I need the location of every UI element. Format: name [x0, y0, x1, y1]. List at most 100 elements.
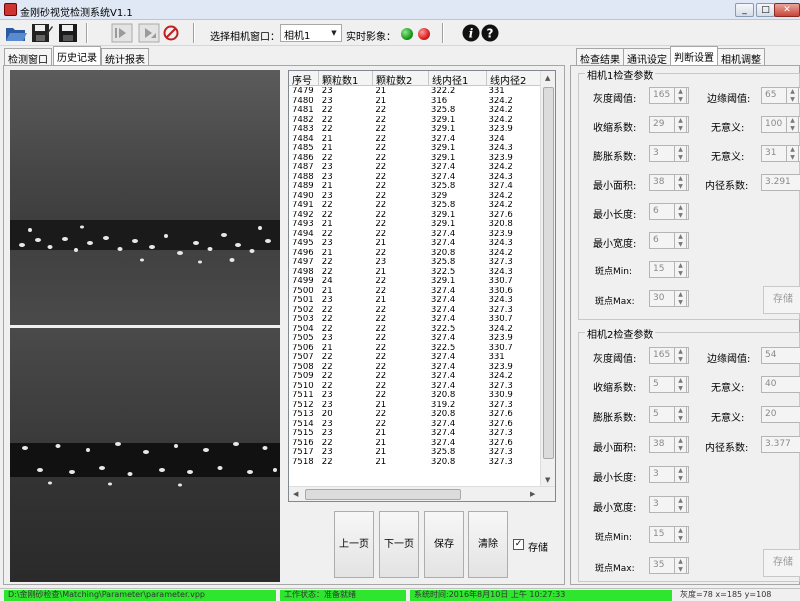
table-row[interactable]: 7512 23 21 319.2 327.3: [289, 401, 541, 411]
tab-judgement[interactable]: 判断设置: [670, 46, 718, 66]
spin-arrows-icon[interactable]: ▲ ▼: [674, 347, 687, 364]
table-row[interactable]: 7508 22 22 327.4 323.9: [289, 363, 541, 373]
scroll-right-icon[interactable]: ▶: [530, 490, 535, 498]
help-icon[interactable]: ?: [481, 24, 499, 42]
table-row[interactable]: 7506 21 22 322.5 330.7: [289, 344, 541, 354]
stop-icon[interactable]: [162, 24, 180, 42]
table-row[interactable]: 7486 22 22 329.1 323.9: [289, 154, 541, 164]
table-row[interactable]: 7494 22 22 327.4 323.9: [289, 230, 541, 240]
edge-threshold-input[interactable]: 54: [761, 347, 800, 364]
table-row[interactable]: 7511 23 22 320.8 330.9: [289, 391, 541, 401]
tab-camera-adjust[interactable]: 相机调整: [717, 48, 765, 66]
spin-arrows-icon[interactable]: ▲ ▼: [674, 116, 687, 133]
scroll-thumb[interactable]: [543, 87, 554, 459]
table-row[interactable]: 7480 23 21 316 324.2: [289, 97, 541, 107]
save-button[interactable]: 保存: [424, 511, 464, 578]
table-row[interactable]: 7507 22 22 327.4 331: [289, 353, 541, 363]
spin-arrows-icon[interactable]: ▲ ▼: [674, 406, 687, 423]
prev-page-button[interactable]: 上一页: [334, 511, 374, 578]
spin-arrows-icon[interactable]: ▲ ▼: [786, 87, 799, 104]
spin-arrows-icon[interactable]: ▲ ▼: [674, 526, 687, 543]
tab-inspection-result[interactable]: 检查结果: [576, 48, 624, 66]
camera2-store-button[interactable]: 存储: [763, 549, 800, 577]
table-row[interactable]: 7518 22 21 320.8 327.3: [289, 458, 541, 468]
spin-arrows-icon[interactable]: ▲ ▼: [674, 87, 687, 104]
spin-arrows-icon[interactable]: ▲ ▼: [674, 376, 687, 393]
column-header[interactable]: 线内径1: [429, 71, 487, 87]
next-page-button[interactable]: 下一页: [379, 511, 419, 578]
table-row[interactable]: 7497 22 23 325.8 327.3: [289, 258, 541, 268]
unused1-input[interactable]: 40: [761, 376, 800, 393]
maximize-button[interactable]: □: [756, 3, 775, 17]
column-header[interactable]: 序号: [289, 71, 319, 87]
camera1-store-button[interactable]: 存储: [763, 286, 800, 314]
spin-arrows-icon[interactable]: ▲ ▼: [674, 145, 687, 162]
run-continuous-icon[interactable]: [137, 22, 161, 44]
table-row[interactable]: 7503 22 22 327.4 330.7: [289, 315, 541, 325]
table-row[interactable]: 7490 23 22 329 324.2: [289, 192, 541, 202]
tab-detect-window[interactable]: 检测窗口: [4, 48, 52, 66]
scroll-thumb[interactable]: [305, 489, 461, 500]
table-row[interactable]: 7502 22 22 327.4 327.3: [289, 306, 541, 316]
table-row[interactable]: 7489 21 22 325.8 327.4: [289, 182, 541, 192]
scroll-left-icon[interactable]: ◀: [293, 490, 298, 498]
scroll-down-icon[interactable]: ▼: [545, 476, 550, 484]
spin-arrows-icon[interactable]: ▲ ▼: [674, 290, 687, 307]
open-folder-icon[interactable]: [4, 22, 28, 44]
table-row[interactable]: 7483 22 22 329.1 323.9: [289, 125, 541, 135]
table-row[interactable]: 7514 23 22 327.4 327.6: [289, 420, 541, 430]
spin-arrows-icon[interactable]: ▲ ▼: [674, 466, 687, 483]
spin-arrows-icon[interactable]: ▲ ▼: [786, 116, 799, 133]
tab-statistics[interactable]: 统计报表: [101, 48, 149, 66]
table-row[interactable]: 7510 22 22 327.4 327.3: [289, 382, 541, 392]
table-row[interactable]: 7479 23 21 322.2 331: [289, 87, 541, 97]
table-row[interactable]: 7481 22 22 325.8 324.2: [289, 106, 541, 116]
camera-select[interactable]: 相机1 ▼: [280, 24, 342, 42]
green-led-icon[interactable]: [401, 28, 413, 40]
spin-arrows-icon[interactable]: ▲ ▼: [674, 557, 687, 574]
table-row[interactable]: 7493 21 22 329.1 320.8: [289, 220, 541, 230]
table-row[interactable]: 7491 22 22 325.8 324.2: [289, 201, 541, 211]
save-icon[interactable]: [56, 22, 80, 44]
table-row[interactable]: 7517 23 21 325.8 327.3: [289, 448, 541, 458]
column-header[interactable]: 颗粒数1: [319, 71, 373, 87]
tab-history[interactable]: 历史记录: [53, 46, 101, 66]
table-row[interactable]: 7516 22 21 327.4 327.6: [289, 439, 541, 449]
table-row[interactable]: 7500 21 22 327.4 330.6: [289, 287, 541, 297]
table-row[interactable]: 7499 24 22 329.1 330.7: [289, 277, 541, 287]
table-row[interactable]: 7498 22 21 322.5 324.3: [289, 268, 541, 278]
table-row[interactable]: 7485 21 22 329.1 324.3: [289, 144, 541, 154]
table-row[interactable]: 7484 21 22 327.4 324: [289, 135, 541, 145]
store-checkbox[interactable]: ✓: [513, 539, 524, 550]
column-header[interactable]: 颗粒数2: [373, 71, 429, 87]
tab-communication[interactable]: 通讯设定: [623, 48, 671, 66]
spin-arrows-icon[interactable]: ▲ ▼: [674, 436, 687, 453]
spin-arrows-icon[interactable]: ▲ ▼: [674, 174, 687, 191]
chevron-down-icon[interactable]: ▼: [328, 26, 340, 40]
run-once-icon[interactable]: [110, 22, 134, 44]
table-row[interactable]: 7487 23 22 327.4 324.2: [289, 163, 541, 173]
spin-arrows-icon[interactable]: ▲ ▼: [674, 203, 687, 220]
scroll-up-icon[interactable]: ▲: [545, 74, 550, 82]
history-grid[interactable]: 序号 颗粒数1 颗粒数2 线内径1 线内径2 7479 23 21 322.2 331 7…: [288, 70, 556, 502]
table-row[interactable]: 7501 23 21 327.4 324.3: [289, 296, 541, 306]
inner-coef-input[interactable]: 3.377: [761, 436, 800, 453]
column-header[interactable]: 线内径2: [487, 71, 543, 87]
horizontal-scrollbar[interactable]: ◀ ▶: [289, 486, 555, 501]
inner-coef-input[interactable]: 3.291: [761, 174, 800, 191]
vertical-scrollbar[interactable]: ▲ ▼: [540, 71, 555, 487]
table-row[interactable]: 7513 20 22 320.8 327.6: [289, 410, 541, 420]
spin-arrows-icon[interactable]: ▲ ▼: [674, 496, 687, 513]
red-led-icon[interactable]: [418, 28, 430, 40]
save-as-icon[interactable]: [30, 22, 54, 44]
table-row[interactable]: 7495 23 21 327.4 324.3: [289, 239, 541, 249]
table-row[interactable]: 7492 22 22 329.1 327.6: [289, 211, 541, 221]
close-button[interactable]: ✕: [774, 3, 800, 17]
spin-arrows-icon[interactable]: ▲ ▼: [674, 261, 687, 278]
table-row[interactable]: 7509 22 22 327.4 324.2: [289, 372, 541, 382]
minimize-button[interactable]: _: [735, 3, 754, 17]
table-row[interactable]: 7504 22 22 322.5 324.2: [289, 325, 541, 335]
table-row[interactable]: 7482 22 22 329.1 324.2: [289, 116, 541, 126]
info-icon[interactable]: i: [462, 24, 480, 42]
spin-arrows-icon[interactable]: ▲ ▼: [786, 145, 799, 162]
